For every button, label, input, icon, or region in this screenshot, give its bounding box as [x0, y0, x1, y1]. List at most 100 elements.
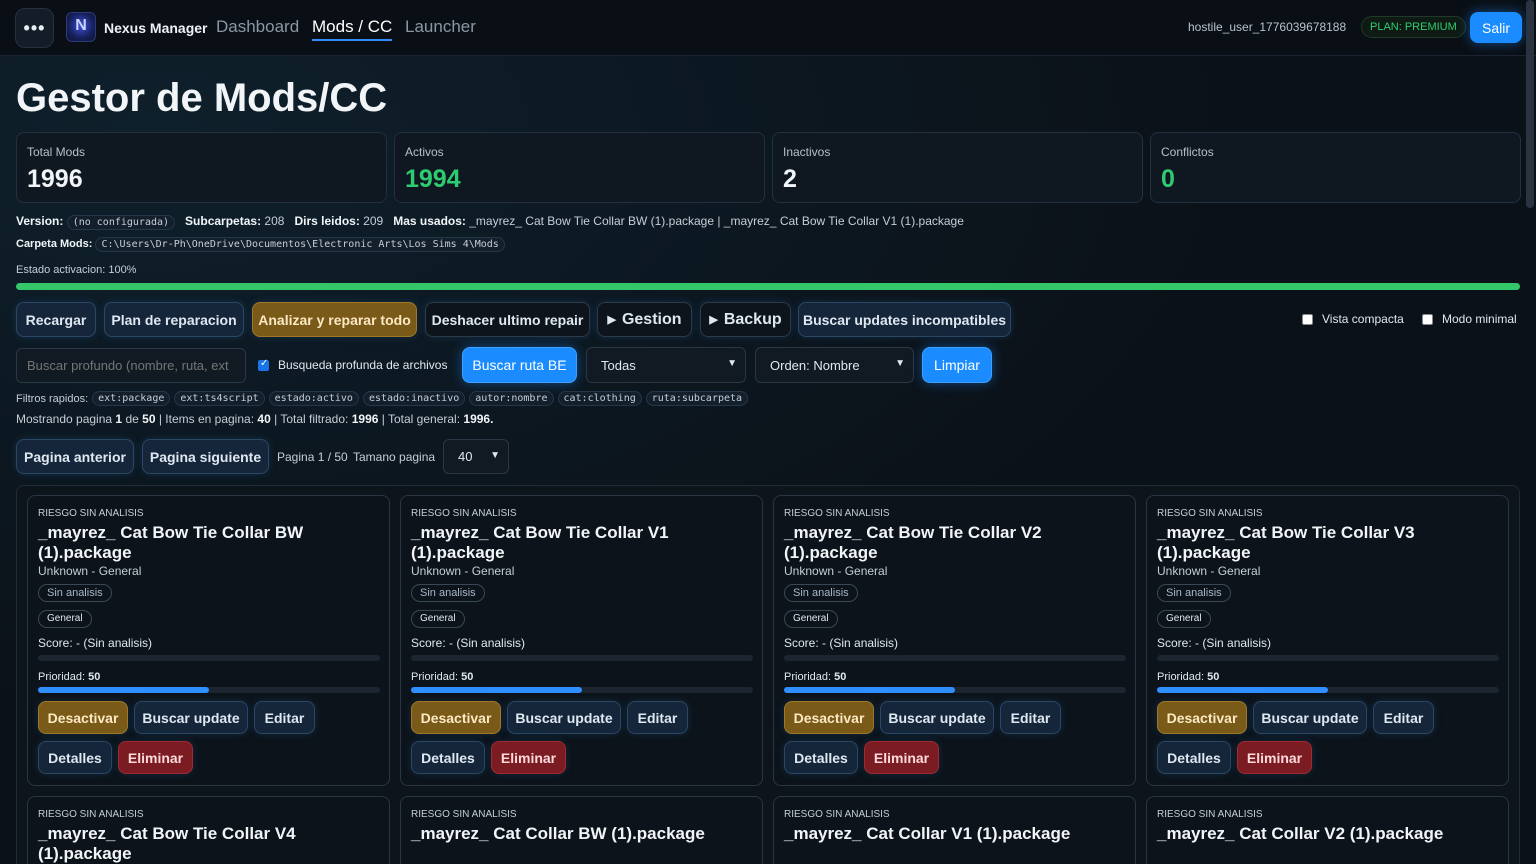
reload-button[interactable]: Recargar	[16, 302, 96, 337]
scrollbar-thumb[interactable]	[1526, 0, 1534, 208]
quick-filter-chip[interactable]: estado:inactivo	[362, 391, 466, 406]
priority-label: Prioridad:	[1157, 671, 1205, 683]
mod-author-category: Unknown - General	[38, 564, 142, 578]
stat-value: 2	[783, 165, 797, 193]
deactivate-button[interactable]: Desactivar	[38, 701, 128, 734]
deactivate-button[interactable]: Desactivar	[1157, 701, 1247, 734]
summary-general: 1996.	[463, 412, 494, 426]
mod-name: _mayrez_ Cat Collar V1 (1).package	[784, 824, 1071, 843]
nav-launcher[interactable]: Launcher	[405, 17, 476, 37]
page-title: Gestor de Mods/CC	[16, 76, 388, 120]
priority-bar	[411, 687, 753, 693]
score-bar	[784, 655, 1126, 661]
chevron-down-icon: ▼	[895, 358, 905, 369]
quick-filter-chip[interactable]: ext:ts4script	[174, 391, 265, 406]
search-update-button[interactable]: Buscar update	[1253, 701, 1367, 734]
search-updates-button[interactable]: Buscar updates incompatibles	[798, 302, 1011, 337]
analysis-badge: Sin analisis	[38, 584, 112, 602]
category-badge: General	[38, 610, 92, 628]
risk-label: RIESGO SIN ANALISIS	[38, 809, 144, 820]
activation-progress-fill	[16, 283, 1520, 290]
stat-value: 0	[1161, 165, 1175, 193]
folder-label: Carpeta Mods:	[16, 238, 93, 250]
gestion-toggle[interactable]: ▶ Gestion	[597, 302, 692, 337]
menu-button[interactable]: •••	[15, 8, 54, 48]
mod-card: RIESGO SIN ANALISIS _mayrez_ Cat Bow Tie…	[27, 495, 390, 786]
details-button[interactable]: Detalles	[38, 741, 112, 774]
deep-search-checkbox[interactable]: Busqueda profunda de archivos	[258, 358, 447, 372]
quick-filter-chip[interactable]: cat:clothing	[557, 391, 642, 406]
details-button[interactable]: Detalles	[1157, 741, 1231, 774]
deactivate-button[interactable]: Desactivar	[784, 701, 874, 734]
compact-view-checkbox[interactable]: Vista compacta	[1302, 312, 1404, 326]
quick-filter-chip[interactable]: ruta:subcarpeta	[645, 391, 749, 406]
folder-path: C:\Users\Dr-Ph\OneDrive\Documentos\Elect…	[95, 237, 505, 252]
quick-filter-chip[interactable]: autor:nombre	[469, 391, 554, 406]
stat-value: 1994	[405, 165, 461, 193]
quick-filter-chip[interactable]: ext:package	[92, 391, 171, 406]
dirs-value: 209	[363, 214, 384, 228]
mod-card: RIESGO SIN ANALISIS _mayrez_ Cat Collar …	[1146, 796, 1509, 864]
stat-value: 1996	[27, 165, 83, 193]
score-bar	[411, 655, 753, 661]
search-update-button[interactable]: Buscar update	[507, 701, 621, 734]
risk-label: RIESGO SIN ANALISIS	[411, 809, 517, 820]
priority-bar-fill	[411, 687, 582, 693]
next-page-button[interactable]: Pagina siguiente	[142, 439, 269, 474]
deactivate-button[interactable]: Desactivar	[411, 701, 501, 734]
edit-button[interactable]: Editar	[1373, 701, 1434, 734]
logout-button[interactable]: Salir	[1470, 12, 1522, 43]
backup-toggle[interactable]: ▶ Backup	[700, 302, 791, 337]
analysis-badge: Sin analisis	[1157, 584, 1231, 602]
clear-button[interactable]: Limpiar	[922, 347, 992, 383]
priority-value: 50	[88, 671, 101, 683]
prev-page-button[interactable]: Pagina anterior	[16, 439, 134, 474]
repair-plan-button[interactable]: Plan de reparacion	[104, 302, 244, 337]
deep-search-input[interactable]	[16, 348, 246, 383]
delete-button[interactable]: Eliminar	[491, 741, 566, 774]
status-filter-select[interactable]: Todas ▼	[586, 347, 746, 383]
risk-label: RIESGO SIN ANALISIS	[1157, 809, 1263, 820]
page-size-select[interactable]: 40 ▼	[443, 439, 509, 474]
delete-button[interactable]: Eliminar	[1237, 741, 1312, 774]
summary-filtered: 1996	[351, 412, 379, 426]
summary-text: de	[125, 412, 139, 426]
delete-button[interactable]: Eliminar	[118, 741, 193, 774]
edit-button[interactable]: Editar	[1000, 701, 1061, 734]
order-select[interactable]: Orden: Nombre ▼	[755, 347, 914, 383]
details-button[interactable]: Detalles	[784, 741, 858, 774]
stat-active: Activos 1994	[394, 132, 765, 203]
edit-button[interactable]: Editar	[627, 701, 688, 734]
search-be-button[interactable]: Buscar ruta BE	[462, 347, 577, 383]
quick-filters: Filtros rapidos: ext:package ext:ts4scri…	[16, 391, 749, 406]
delete-button[interactable]: Eliminar	[864, 741, 939, 774]
checkbox-box-checked[interactable]	[258, 358, 269, 371]
search-update-button[interactable]: Buscar update	[880, 701, 994, 734]
search-update-button[interactable]: Buscar update	[134, 701, 248, 734]
risk-label: RIESGO SIN ANALISIS	[38, 508, 144, 519]
play-icon: ▶	[607, 314, 616, 326]
undo-repair-button[interactable]: Deshacer ultimo repair	[425, 302, 590, 337]
subfolders-label: Subcarpetas:	[185, 214, 262, 228]
mod-author-category: Unknown - General	[784, 564, 888, 578]
priority-bar	[784, 687, 1126, 693]
minimal-mode-checkbox[interactable]: Modo minimal	[1422, 312, 1517, 326]
details-button[interactable]: Detalles	[411, 741, 485, 774]
plan-badge: PLAN: PREMIUM	[1361, 16, 1466, 38]
analyze-repair-button[interactable]: Analizar y reparar todo	[252, 302, 417, 337]
summary-text: | Total filtrado:	[274, 412, 349, 426]
mod-author-category: Unknown - General	[411, 564, 515, 578]
checkbox-box[interactable]	[1422, 313, 1433, 325]
quick-filter-chip[interactable]: estado:activo	[268, 391, 359, 406]
category-badge: General	[1157, 610, 1211, 628]
score-text: Score: - (Sin analisis)	[1157, 636, 1272, 650]
priority-text: Prioridad: 50	[1157, 671, 1219, 683]
summary-page: 1	[115, 412, 123, 426]
checkbox-box[interactable]	[1302, 313, 1313, 325]
top-bar: ••• Nexus Manager Dashboard Mods / CC La…	[0, 0, 1536, 56]
username: hostile_user_1776039678188	[1188, 20, 1347, 34]
edit-button[interactable]: Editar	[254, 701, 315, 734]
priority-bar-fill	[784, 687, 955, 693]
nav-mods-cc[interactable]: Mods / CC	[312, 17, 393, 41]
nav-dashboard[interactable]: Dashboard	[216, 17, 299, 37]
